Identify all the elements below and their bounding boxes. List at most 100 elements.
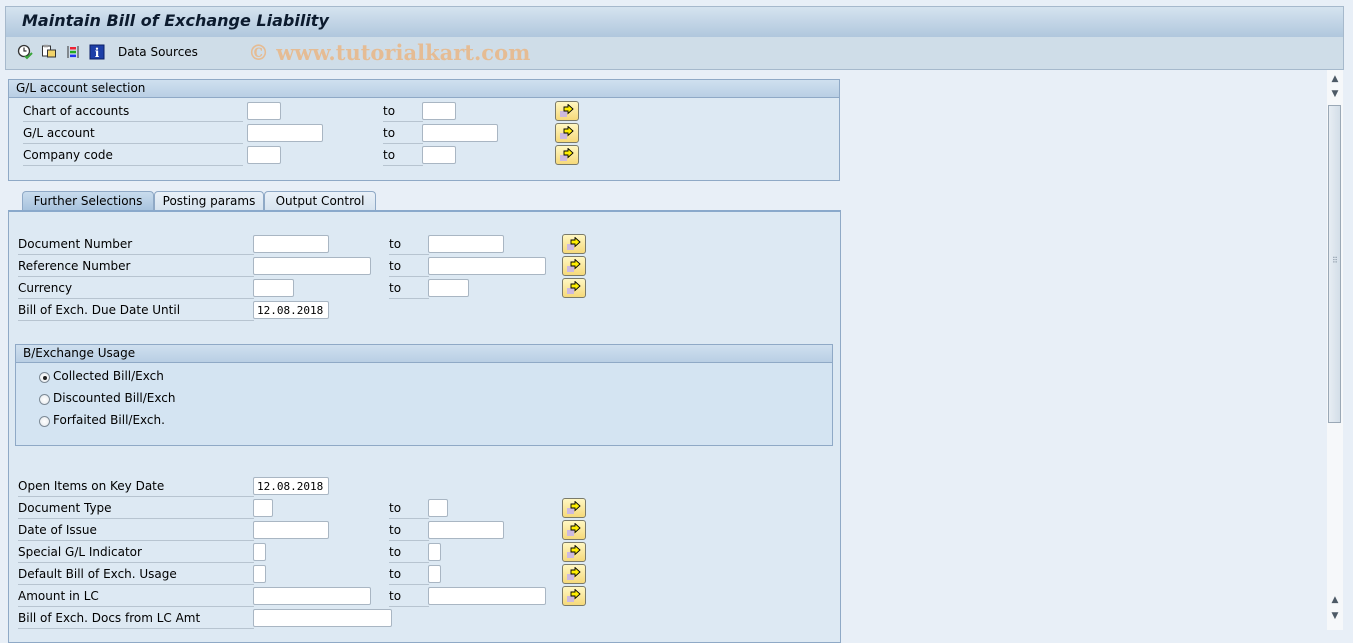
- key-date-input[interactable]: [253, 477, 329, 495]
- multiple-selection-button[interactable]: [562, 498, 586, 518]
- page-title: Maintain Bill of Exchange Liability: [22, 11, 329, 30]
- discounted-label: Discounted Bill/Exch: [53, 391, 176, 405]
- to-label: to: [389, 564, 429, 585]
- info-icon[interactable]: i: [88, 43, 106, 61]
- default-usage-from-input[interactable]: [253, 565, 266, 583]
- company-code-from-input[interactable]: [247, 146, 281, 164]
- to-label: to: [389, 234, 429, 255]
- special-gl-indicator-from-input[interactable]: [253, 543, 266, 561]
- amount-in-lc-from-input[interactable]: [253, 587, 371, 605]
- due-date-input[interactable]: [253, 301, 329, 319]
- gl-account-to-input[interactable]: [422, 124, 498, 142]
- currency-to-input[interactable]: [428, 279, 469, 297]
- multiple-selection-icon: [567, 589, 581, 602]
- data-sources-button[interactable]: Data Sources: [118, 45, 198, 59]
- group-header: B/Exchange Usage: [16, 345, 832, 363]
- multiple-selection-icon: [567, 237, 581, 250]
- multiple-selection-button[interactable]: [562, 542, 586, 562]
- collected-radio[interactable]: [39, 372, 50, 383]
- group-header: G/L account selection: [9, 80, 839, 98]
- gl-account-from-input[interactable]: [247, 124, 323, 142]
- currency-label: Currency: [18, 278, 254, 299]
- multiple-selection-button[interactable]: [555, 145, 579, 165]
- amount-in-lc-label: Amount in LC: [18, 586, 254, 607]
- to-label: to: [389, 278, 429, 299]
- to-label: to: [389, 256, 429, 277]
- scroll-up-icon[interactable]: ▲: [1329, 73, 1341, 85]
- company-code-label: Company code: [23, 145, 243, 166]
- grip-icon: ⠿: [1332, 256, 1338, 265]
- company-code-to-input[interactable]: [422, 146, 456, 164]
- application-toolbar: i Data Sources © www.tutorialkart.com: [5, 37, 1344, 70]
- bexchange-usage-group: B/Exchange Usage Collected Bill/Exch Dis…: [15, 344, 833, 446]
- watermark: © www.tutorialkart.com: [248, 40, 531, 65]
- date-of-issue-to-input[interactable]: [428, 521, 504, 539]
- multiple-selection-icon: [567, 523, 581, 536]
- group-title: B/Exchange Usage: [23, 346, 136, 360]
- multiple-selection-button[interactable]: [562, 586, 586, 606]
- multiple-selection-button[interactable]: [562, 278, 586, 298]
- currency-from-input[interactable]: [253, 279, 294, 297]
- gl-account-selection-group: G/L account selection Chart of accounts …: [8, 79, 840, 181]
- vertical-scrollbar[interactable]: ▲ ▼ ⠿ ▲ ▼: [1327, 70, 1343, 630]
- multiple-selection-icon: [567, 545, 581, 558]
- multiple-selection-button[interactable]: [562, 564, 586, 584]
- multiple-selection-button[interactable]: [562, 256, 586, 276]
- forfaited-radio[interactable]: [39, 416, 50, 427]
- scroll-down-icon[interactable]: ▼: [1329, 88, 1341, 100]
- document-type-label: Document Type: [18, 498, 254, 519]
- selection-options-icon[interactable]: [64, 43, 82, 61]
- amount-in-lc-to-input[interactable]: [428, 587, 546, 605]
- default-usage-to-input[interactable]: [428, 565, 441, 583]
- multiple-selection-icon: [567, 567, 581, 580]
- tab-further-selections[interactable]: Further Selections: [22, 191, 154, 210]
- discounted-radio[interactable]: [39, 394, 50, 405]
- chart-of-accounts-to-input[interactable]: [422, 102, 456, 120]
- multiple-selection-button[interactable]: [562, 520, 586, 540]
- reference-number-from-input[interactable]: [253, 257, 371, 275]
- special-gl-indicator-to-input[interactable]: [428, 543, 441, 561]
- key-date-label: Open Items on Key Date: [18, 476, 254, 497]
- further-selections-panel: Document Number to Reference Number to C…: [8, 210, 841, 643]
- due-date-label: Bill of Exch. Due Date Until: [18, 300, 254, 321]
- document-type-to-input[interactable]: [428, 499, 448, 517]
- tab-output-control[interactable]: Output Control: [264, 191, 376, 210]
- page-up-icon[interactable]: ▲: [1329, 594, 1341, 606]
- reference-number-to-input[interactable]: [428, 257, 546, 275]
- scrollbar-thumb[interactable]: ⠿: [1328, 105, 1341, 423]
- chart-of-accounts-from-input[interactable]: [247, 102, 281, 120]
- reference-number-label: Reference Number: [18, 256, 254, 277]
- document-number-to-input[interactable]: [428, 235, 504, 253]
- get-variant-icon[interactable]: [40, 43, 58, 61]
- special-gl-indicator-label: Special G/L Indicator: [18, 542, 254, 563]
- tab-posting-params[interactable]: Posting params: [154, 191, 264, 210]
- to-label: to: [389, 542, 429, 563]
- svg-text:i: i: [95, 46, 100, 60]
- to-label: to: [389, 498, 429, 519]
- default-usage-label: Default Bill of Exch. Usage: [18, 564, 254, 585]
- multiple-selection-icon: [567, 281, 581, 294]
- title-bar: Maintain Bill of Exchange Liability: [5, 6, 1344, 38]
- document-number-from-input[interactable]: [253, 235, 329, 253]
- page-down-icon[interactable]: ▼: [1329, 610, 1341, 622]
- multiple-selection-button[interactable]: [562, 234, 586, 254]
- lc-amount-label: Bill of Exch. Docs from LC Amt: [18, 608, 254, 629]
- execute-icon[interactable]: [16, 43, 34, 61]
- lc-amount-input[interactable]: [253, 609, 392, 627]
- to-label: to: [383, 145, 423, 166]
- chart-of-accounts-label: Chart of accounts: [23, 101, 243, 122]
- multiple-selection-icon: [567, 259, 581, 272]
- date-of-issue-label: Date of Issue: [18, 520, 254, 541]
- multiple-selection-icon: [560, 104, 574, 117]
- group-title: G/L account selection: [16, 81, 146, 95]
- date-of-issue-from-input[interactable]: [253, 521, 329, 539]
- to-label: to: [389, 520, 429, 541]
- document-number-label: Document Number: [18, 234, 254, 255]
- multiple-selection-icon: [567, 501, 581, 514]
- to-label: to: [389, 586, 429, 607]
- multiple-selection-button[interactable]: [555, 101, 579, 121]
- document-type-from-input[interactable]: [253, 499, 273, 517]
- multiple-selection-icon: [560, 126, 574, 139]
- multiple-selection-button[interactable]: [555, 123, 579, 143]
- forfaited-label: Forfaited Bill/Exch.: [53, 413, 165, 427]
